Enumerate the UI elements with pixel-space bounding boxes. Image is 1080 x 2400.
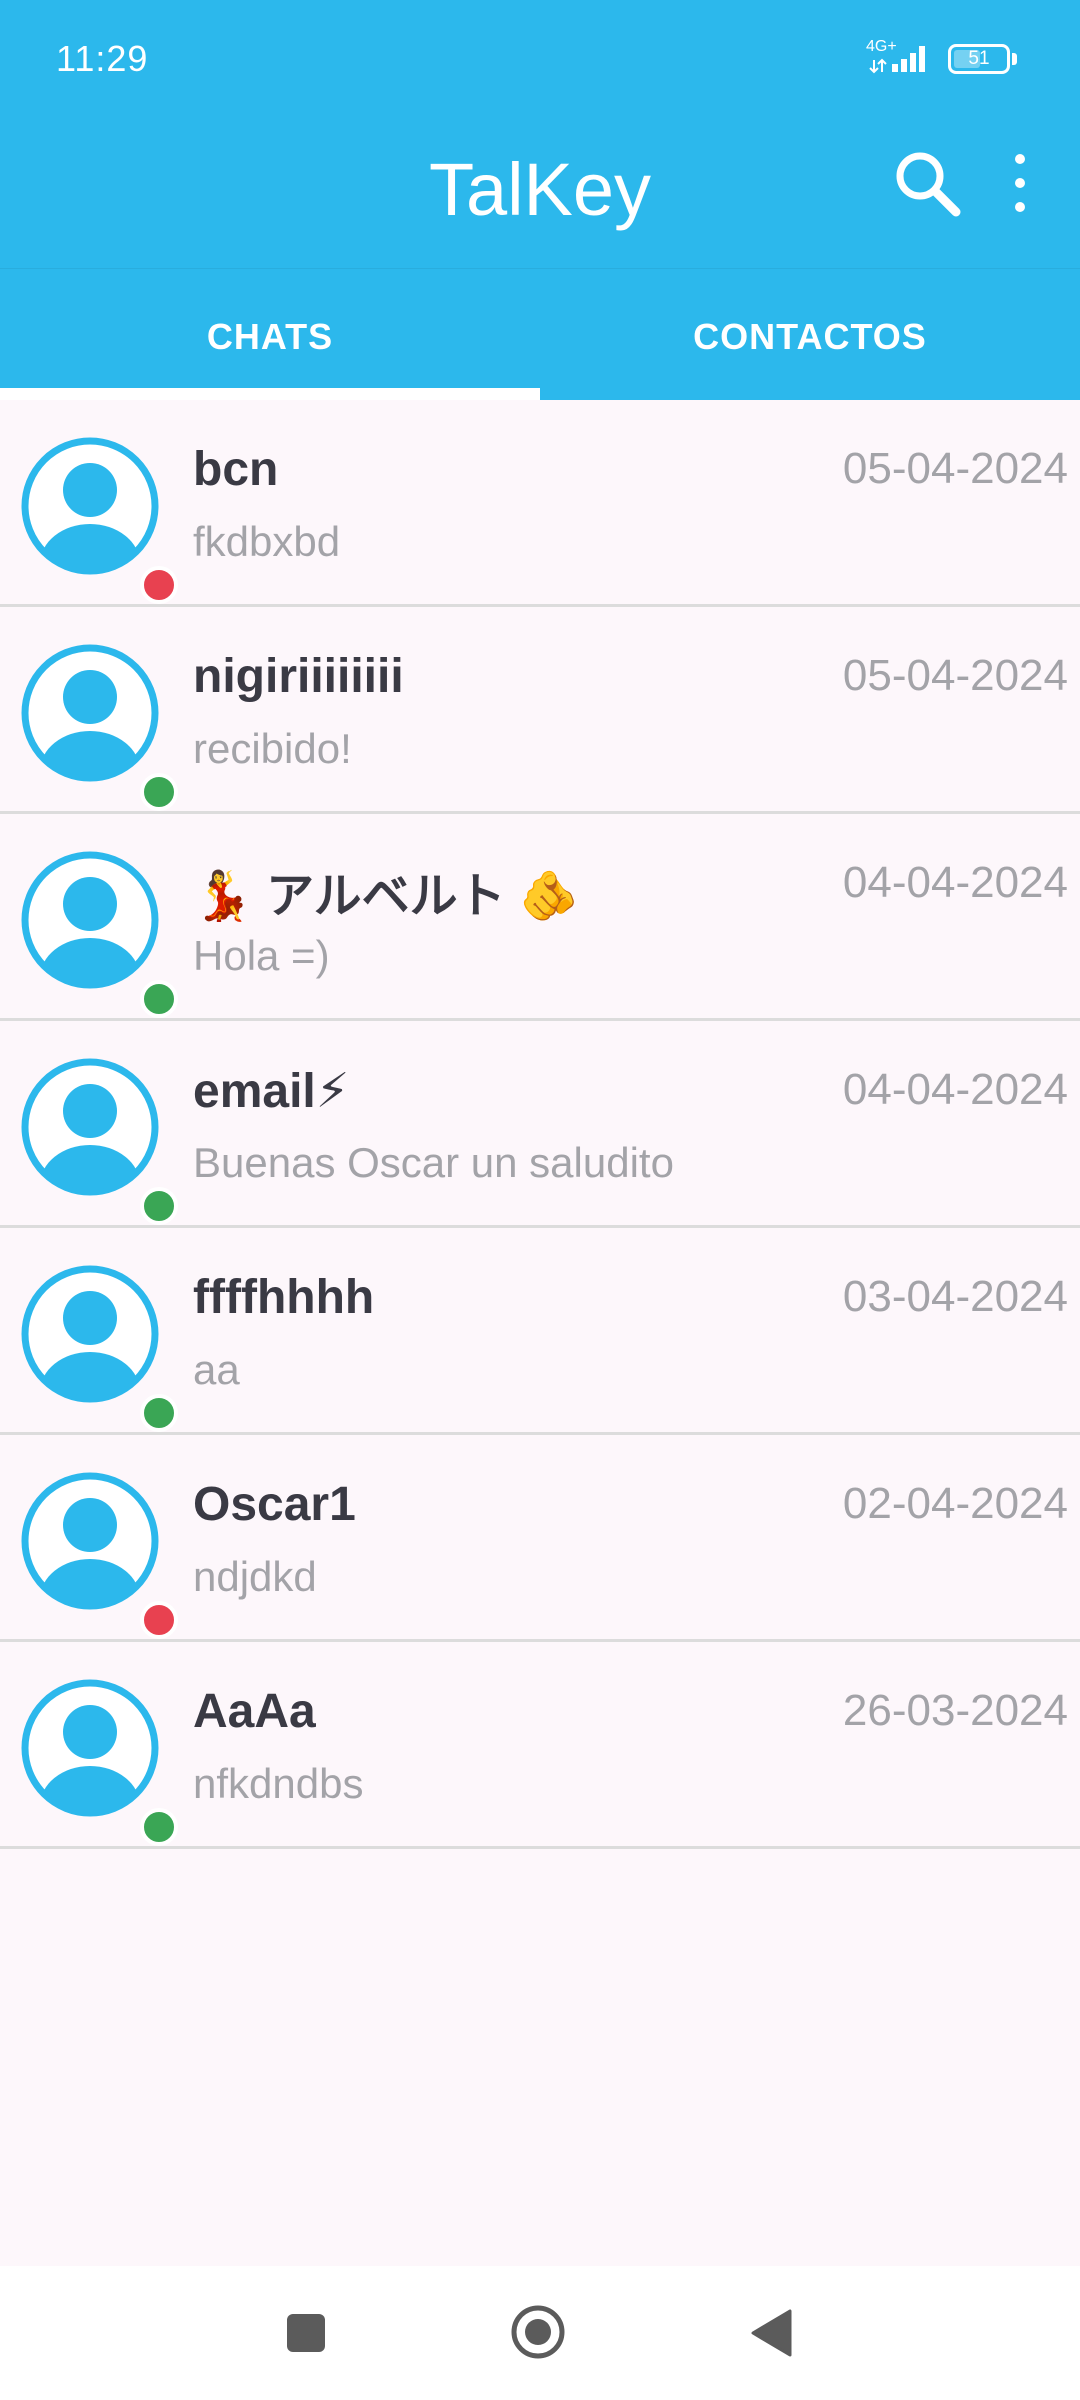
search-icon [896, 152, 961, 217]
status-indicator [140, 773, 178, 811]
chat-last-message: Buenas Oscar un saludito [193, 1139, 674, 1186]
chat-name: 💃 アルベルト 🫵 [193, 870, 579, 923]
chat-name: bcn [193, 443, 279, 496]
search-button[interactable] [890, 146, 966, 222]
chat-name: AaAa [193, 1685, 316, 1738]
home-icon [511, 2305, 565, 2359]
chat-list-item[interactable]: email⚡ 04-04-2024 Buenas Oscar un saludi… [0, 1021, 1080, 1228]
status-indicator [140, 566, 178, 604]
app-header: 11:29 4G+ 51 TalKey CHATS CONTACTOS [0, 0, 1080, 400]
status-time: 11:29 [56, 38, 149, 79]
chat-date: 05-04-2024 [842, 651, 1068, 700]
chat-list-item[interactable]: bcn 05-04-2024 fkdbxbd [0, 400, 1080, 607]
tab-indicator [0, 388, 540, 400]
battery-nub [1012, 53, 1017, 65]
back-button[interactable] [750, 2308, 794, 2358]
battery-icon: 51 [948, 44, 1010, 74]
chat-list-item[interactable]: nigiriiiiiiii 05-04-2024 recibido! [0, 607, 1080, 814]
status-indicator [140, 1601, 178, 1639]
person-icon [21, 1058, 159, 1196]
signal-icon: 4G+ [866, 38, 936, 76]
person-icon [21, 1265, 159, 1403]
person-icon [21, 851, 159, 989]
chat-list-item[interactable]: 💃 アルベルト 🫵 04-04-2024 Hola =) [0, 814, 1080, 1021]
avatar [20, 643, 178, 811]
chat-name: nigiriiiiiiii [193, 650, 404, 703]
status-indicator [140, 1394, 178, 1432]
chat-name: ffffhhhh [193, 1271, 375, 1324]
avatar [20, 1678, 178, 1846]
person-icon [21, 1679, 159, 1817]
status-indicator [140, 1187, 178, 1225]
chat-date: 02-04-2024 [842, 1479, 1068, 1528]
tab-chats[interactable]: CHATS [0, 269, 540, 401]
chat-name: Oscar1 [193, 1478, 356, 1531]
chat-last-message: Hola =) [193, 932, 330, 979]
chat-date: 03-04-2024 [842, 1272, 1068, 1321]
chat-last-message: nfkdndbs [193, 1760, 364, 1807]
tab-bar: CHATS CONTACTOS [0, 268, 1080, 401]
avatar [20, 436, 178, 604]
person-icon [21, 437, 159, 575]
home-button[interactable] [510, 2304, 566, 2360]
status-bar: 11:29 4G+ 51 [0, 0, 1080, 120]
chat-list: bcn 05-04-2024 fkdbxbd nigiriiiiiiii 05-… [0, 400, 1080, 1849]
avatar [20, 1264, 178, 1432]
chat-last-message: aa [193, 1346, 240, 1393]
status-indicator [140, 980, 178, 1018]
more-options-button[interactable] [1000, 150, 1040, 216]
app-bar: TalKey [0, 120, 1080, 268]
chat-list-item[interactable]: AaAa 26-03-2024 nfkdndbs [0, 1642, 1080, 1849]
person-icon [21, 1472, 159, 1610]
chat-date: 04-04-2024 [842, 1065, 1068, 1114]
status-indicator [140, 1808, 178, 1846]
chat-date: 04-04-2024 [842, 858, 1068, 907]
recents-button[interactable] [287, 2314, 325, 2352]
avatar [20, 1057, 178, 1225]
chat-date: 05-04-2024 [842, 444, 1068, 493]
battery-percent: 51 [968, 48, 990, 69]
chat-list-item[interactable]: Oscar1 02-04-2024 ndjdkd [0, 1435, 1080, 1642]
chat-last-message: ndjdkd [193, 1553, 317, 1600]
navigation-bar [0, 2266, 1080, 2400]
back-icon [751, 2309, 792, 2357]
avatar [20, 1471, 178, 1639]
chat-name: email⚡ [193, 1065, 350, 1118]
person-icon [21, 644, 159, 782]
tab-contactos[interactable]: CONTACTOS [540, 269, 1080, 401]
chat-last-message: recibido! [193, 725, 352, 772]
chat-last-message: fkdbxbd [193, 518, 341, 565]
avatar [20, 850, 178, 1018]
chat-date: 26-03-2024 [842, 1686, 1068, 1735]
chat-list-item[interactable]: ffffhhhh 03-04-2024 aa [0, 1228, 1080, 1435]
